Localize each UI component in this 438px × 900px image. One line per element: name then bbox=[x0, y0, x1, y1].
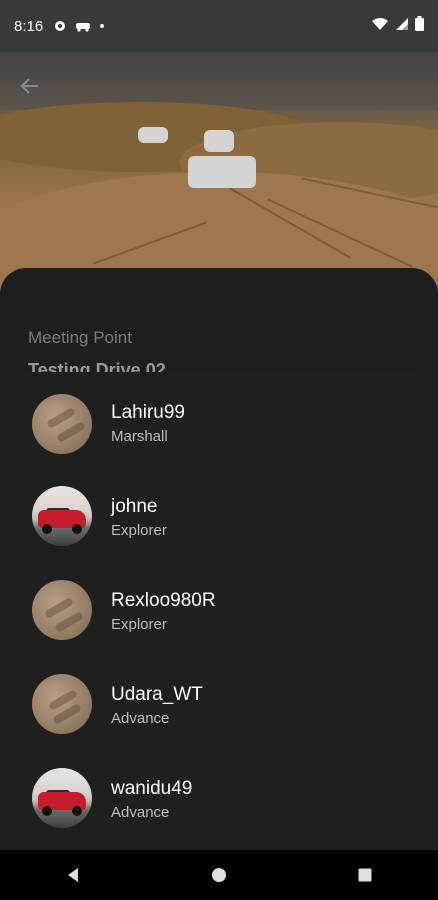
car-notification-icon bbox=[75, 20, 91, 32]
back-button[interactable] bbox=[14, 70, 46, 102]
member-role: Explorer bbox=[111, 616, 167, 633]
signal-icon bbox=[395, 17, 409, 36]
member-name: Rexloo980R bbox=[111, 590, 216, 611]
avatar bbox=[32, 580, 92, 640]
status-time: 8:16 bbox=[14, 17, 44, 35]
members-bottom-sheet: Lahiru99 Marshall johne Explorer Rexloo9… bbox=[0, 372, 438, 850]
nav-recents-button[interactable] bbox=[345, 855, 385, 895]
member-item[interactable]: Udara_WT Advance bbox=[0, 658, 438, 750]
triangle-back-icon bbox=[68, 868, 78, 882]
member-name: Udara_WT bbox=[111, 684, 203, 705]
square-recents-icon bbox=[358, 868, 372, 882]
nav-home-button[interactable] bbox=[199, 855, 239, 895]
avatar bbox=[32, 768, 92, 828]
status-bar: 8:16 bbox=[0, 0, 438, 52]
member-name: wanidu49 bbox=[111, 778, 193, 799]
system-nav-bar bbox=[0, 850, 438, 900]
wifi-icon bbox=[371, 17, 389, 36]
member-name: johne bbox=[111, 496, 158, 517]
battery-icon bbox=[415, 16, 424, 36]
member-role: Explorer bbox=[111, 522, 167, 539]
member-role: Advance bbox=[111, 804, 170, 821]
dot-icon bbox=[99, 23, 105, 29]
member-name: Lahiru99 bbox=[111, 402, 185, 423]
nav-back-button[interactable] bbox=[53, 855, 93, 895]
member-item[interactable]: wanidu49 Advance bbox=[0, 752, 438, 844]
member-role: Advance bbox=[111, 710, 170, 727]
avatar bbox=[32, 486, 92, 546]
member-item[interactable]: Rexloo980R Explorer bbox=[0, 564, 438, 656]
member-item[interactable]: Lahiru99 Marshall bbox=[0, 376, 438, 468]
gear-icon bbox=[53, 19, 67, 33]
arrow-left-icon bbox=[20, 78, 38, 94]
meeting-point-label: Meeting Point bbox=[28, 328, 132, 347]
avatar bbox=[32, 674, 92, 734]
member-role: Marshall bbox=[111, 428, 168, 445]
avatar bbox=[32, 394, 92, 454]
member-item[interactable]: johne Explorer bbox=[0, 470, 438, 562]
circle-home-icon bbox=[212, 868, 226, 882]
status-right-icons bbox=[371, 16, 424, 36]
